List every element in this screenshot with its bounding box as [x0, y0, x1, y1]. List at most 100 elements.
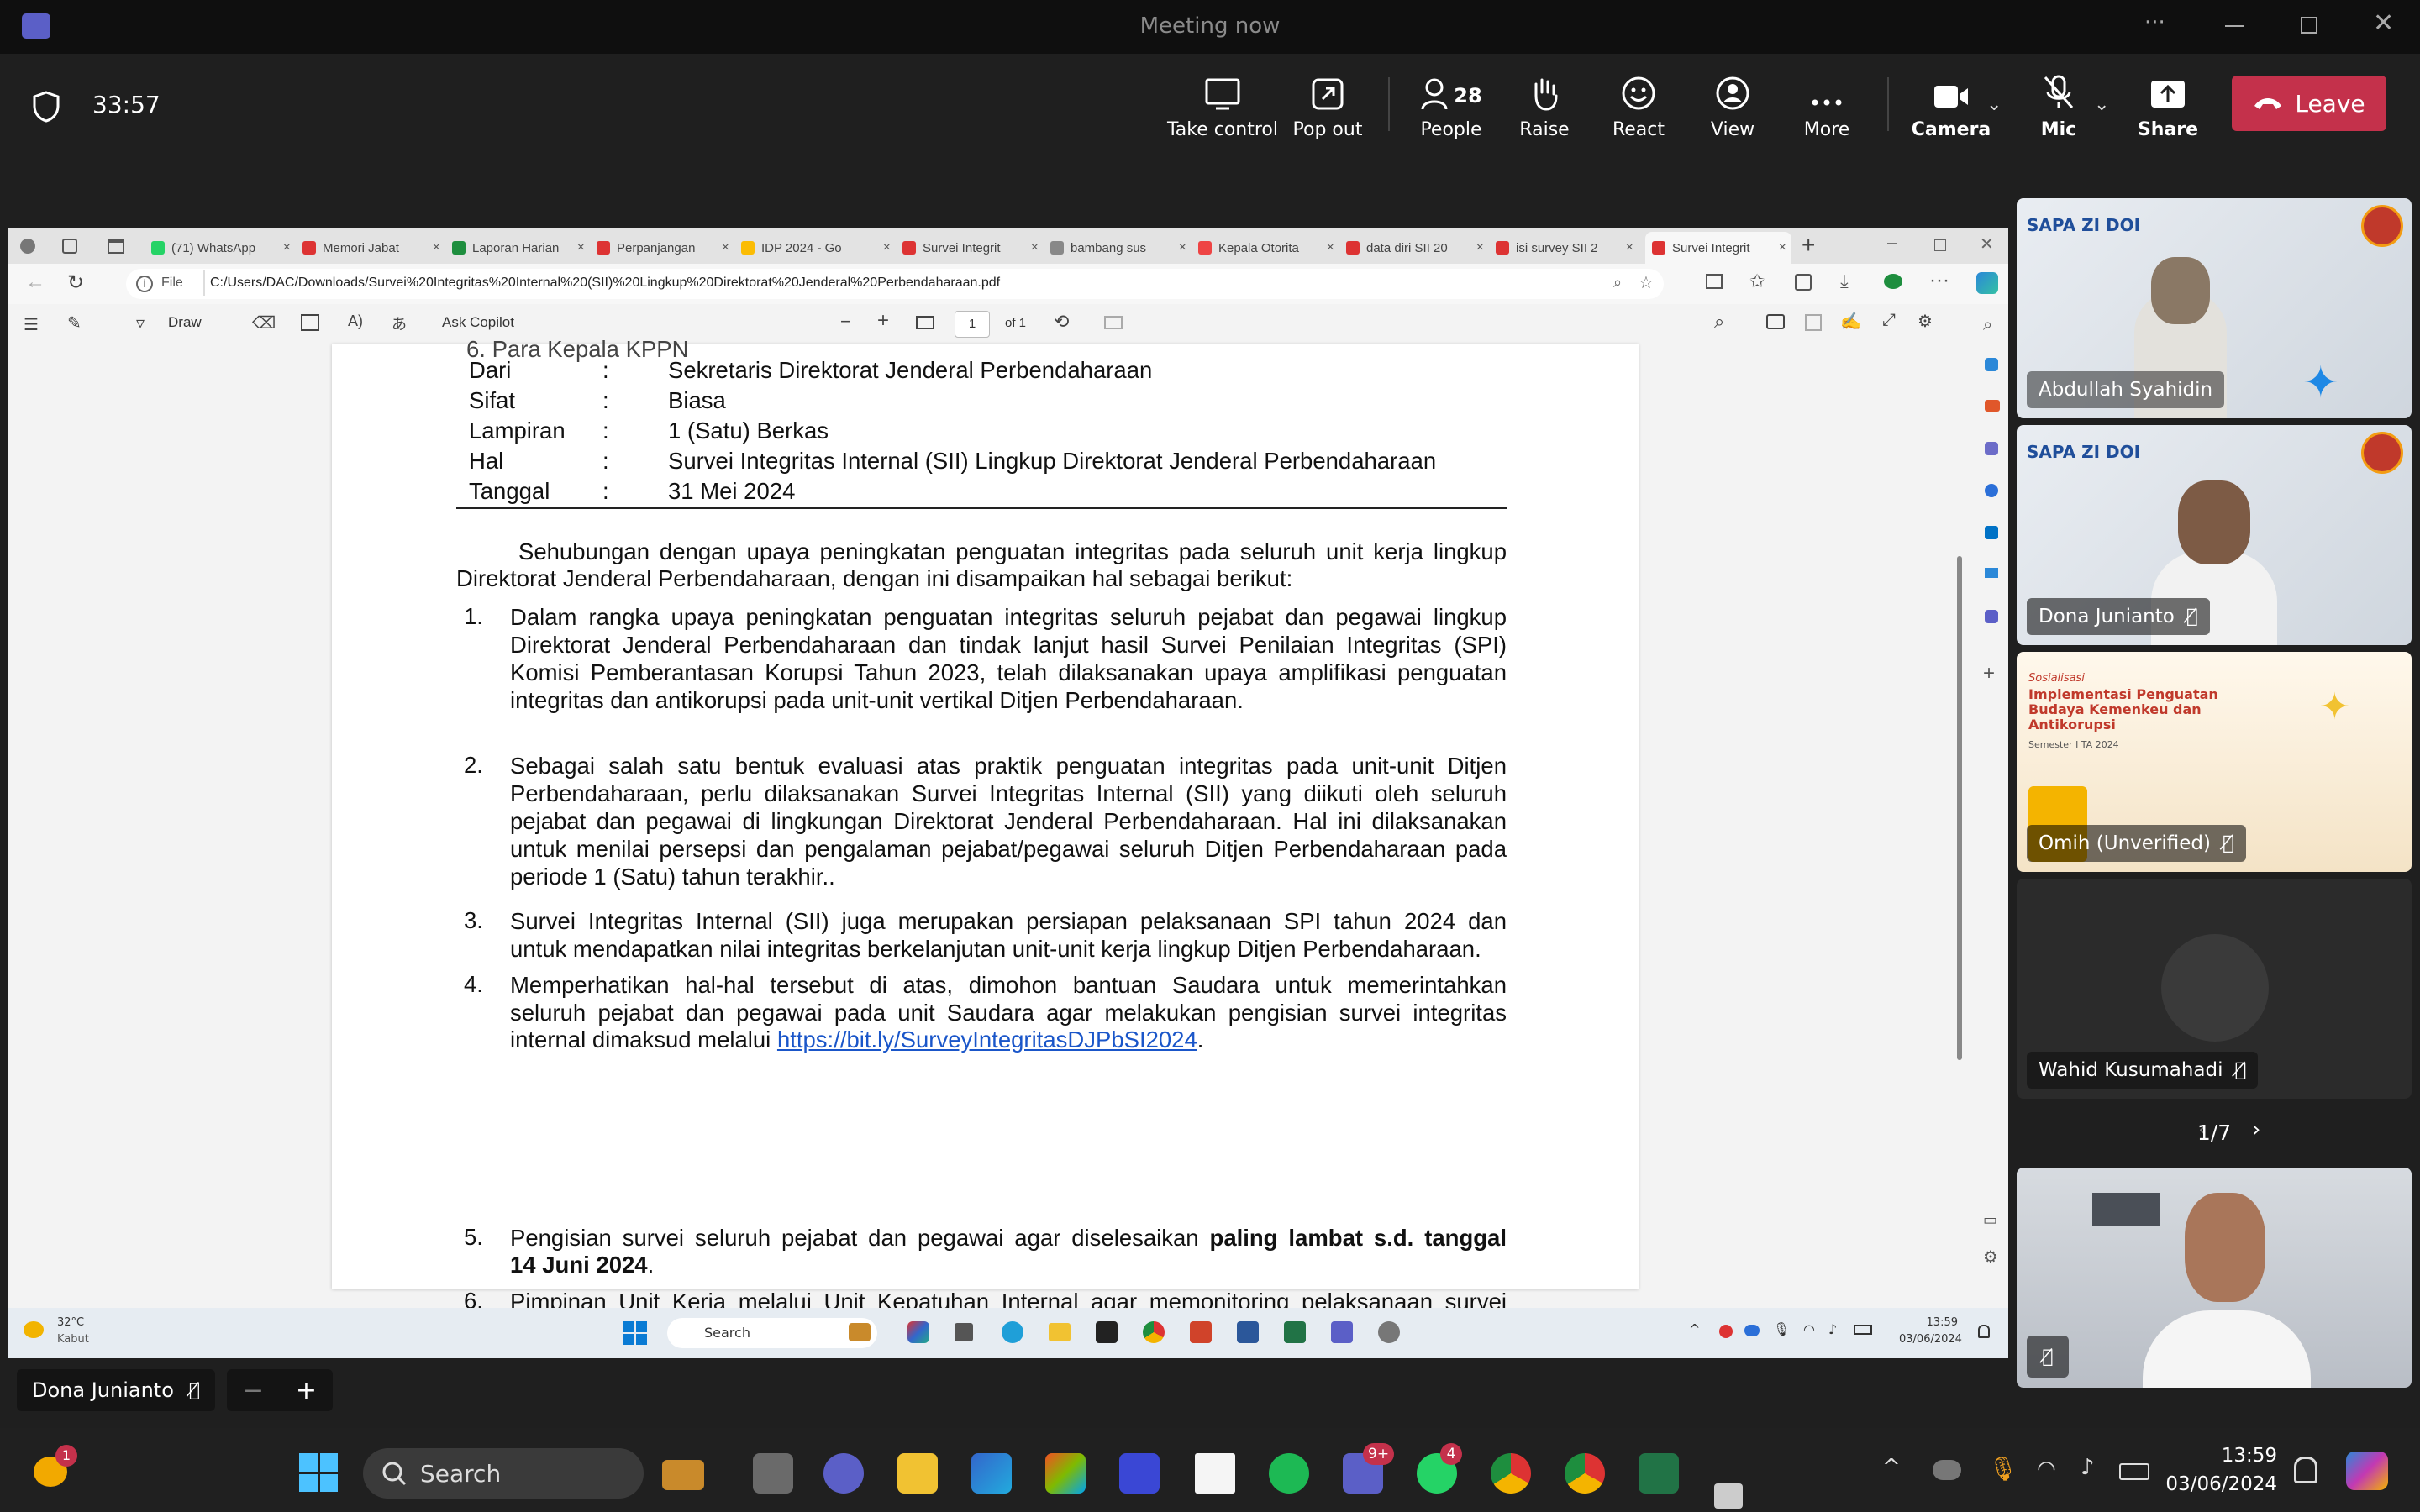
browser-tab[interactable]: isi survey SII 2 × — [1496, 235, 1639, 260]
fit-page-icon[interactable] — [916, 316, 934, 329]
address-bar[interactable]: i File C:/Users/DAC/Downloads/Survei%20I… — [126, 269, 1664, 299]
extra-app-icon[interactable] — [1714, 1483, 1743, 1509]
draw-icon[interactable]: ▿ — [136, 312, 145, 333]
copilot-icon[interactable] — [1976, 272, 1998, 294]
copilot-taskbar-icon[interactable] — [2346, 1452, 2388, 1490]
notification-bell-icon[interactable] — [2294, 1457, 2317, 1483]
react-button[interactable]: React — [1588, 71, 1689, 140]
save-icon[interactable] — [1805, 314, 1822, 331]
sidebar-add-icon[interactable]: + — [1983, 662, 1995, 685]
chrome-icon[interactable] — [1491, 1453, 1531, 1494]
sidebar-settings-icon[interactable]: ⚙ — [1983, 1247, 1998, 1268]
view-button[interactable]: View — [1682, 71, 1783, 140]
tab-close-icon[interactable]: × — [1327, 240, 1334, 255]
camera-chevron-icon[interactable]: ⌄ — [1986, 94, 2002, 115]
share-button[interactable]: Share — [2118, 71, 2218, 140]
rotate-icon[interactable]: ⟲ — [1054, 311, 1069, 333]
contents-icon[interactable]: ☰ — [24, 314, 39, 335]
downloads-icon[interactable]: ⤓ — [1840, 270, 1849, 292]
task-view-icon[interactable] — [753, 1453, 793, 1494]
browser-tab[interactable]: (71) WhatsApp × — [151, 235, 296, 260]
page-number-input[interactable]: 1 — [955, 311, 990, 338]
store-icon[interactable] — [1045, 1453, 1086, 1494]
read-aloud-icon[interactable]: A) — [348, 312, 363, 330]
pdf-settings-icon[interactable]: ⚙ — [1918, 311, 1933, 332]
close-icon[interactable]: ✕ — [2373, 8, 2394, 38]
tab-close-icon[interactable]: × — [722, 240, 729, 255]
tab-close-icon[interactable]: × — [1779, 240, 1786, 255]
taskbar-search-box[interactable]: Search — [363, 1448, 644, 1499]
start-icon[interactable] — [299, 1453, 338, 1492]
battery-icon[interactable] — [2119, 1463, 2149, 1480]
restore-icon[interactable] — [2301, 17, 2317, 34]
participant-tile[interactable]: SAPA ZI DOI Dona Junianto 🎙̸ — [2017, 425, 2412, 645]
volume-icon[interactable]: ♪ — [2081, 1455, 2095, 1480]
browser-maximize-icon[interactable] — [1934, 239, 1946, 251]
back-icon[interactable]: ← — [25, 270, 45, 294]
chrome-profile-icon[interactable] — [1565, 1453, 1605, 1494]
inner-search-box[interactable]: Search — [667, 1318, 877, 1348]
translate-icon[interactable]: あ — [392, 312, 407, 334]
tray-chevron-icon[interactable]: ^ — [1882, 1455, 1901, 1480]
save-as-icon[interactable]: ✍ — [1840, 311, 1861, 332]
inner-teams-icon[interactable] — [1331, 1321, 1353, 1343]
collections-icon[interactable] — [1795, 274, 1812, 291]
extension-icon[interactable] — [1884, 274, 1902, 289]
inner-sticky-icon[interactable] — [1096, 1321, 1118, 1343]
sidebar-outlook-icon[interactable] — [1985, 526, 1998, 539]
browser-tab[interactable]: Laporan Harian × — [452, 235, 590, 260]
leave-button[interactable]: Leave — [2232, 76, 2386, 131]
survey-link[interactable]: https://bit.ly/SurveyIntegritasDJPbSI202… — [777, 1026, 1197, 1053]
tab-close-icon[interactable]: × — [283, 240, 291, 255]
more-button[interactable]: More — [1776, 71, 1877, 140]
browser-tab[interactable]: Memori Jabat × — [302, 235, 445, 260]
inner-settings-icon[interactable] — [1378, 1321, 1400, 1343]
pdf-scrollbar[interactable] — [1956, 354, 1963, 1278]
workspaces-icon[interactable] — [62, 239, 77, 254]
inner-excel-icon[interactable] — [1284, 1321, 1306, 1343]
tab-close-icon[interactable]: × — [883, 240, 891, 255]
pdf-scroll-thumb[interactable] — [1957, 556, 1962, 1060]
browser-tab[interactable]: IDP 2024 - Go × — [741, 235, 896, 260]
edge-icon[interactable] — [971, 1453, 1012, 1494]
inner-word-icon[interactable] — [1237, 1321, 1259, 1343]
tab-close-icon[interactable]: × — [1179, 240, 1186, 255]
participant-tile[interactable]: Wahid Kusumahadi 🎙̸ — [2017, 879, 2412, 1099]
participant-tile[interactable]: SAPA ZI DOI ✦ Abdullah Syahidin — [2017, 198, 2412, 418]
browser-tab[interactable]: bambang sus × — [1050, 235, 1192, 260]
ask-copilot-button[interactable]: Ask Copilot — [442, 314, 514, 331]
clock-time[interactable]: 13:59 — [2168, 1445, 2277, 1467]
wifi-icon[interactable]: ◠ — [2037, 1457, 2056, 1482]
browser-tab[interactable]: Survei Integrit × — [1645, 232, 1791, 264]
sidebar-screen-icon[interactable]: ▭ — [1983, 1211, 1997, 1229]
eraser-icon[interactable]: ⌫ — [252, 312, 276, 333]
reading-view-icon[interactable] — [1706, 274, 1723, 289]
spotify-icon[interactable] — [1269, 1453, 1309, 1494]
tab-close-icon[interactable]: × — [1031, 240, 1039, 255]
inner-pdf-icon[interactable] — [1190, 1321, 1212, 1343]
fullscreen-icon[interactable]: ⤢ — [1882, 311, 1896, 330]
pen-app-icon[interactable] — [1119, 1453, 1160, 1494]
draw-button[interactable]: Draw — [168, 314, 202, 331]
notepad-icon[interactable] — [1195, 1453, 1235, 1494]
self-video-tile[interactable]: 🎙̸ — [2017, 1168, 2412, 1388]
raise-hand-button[interactable]: Raise — [1494, 71, 1595, 140]
inner-tray-chevron-icon[interactable]: ^ — [1689, 1321, 1700, 1337]
browser-menu-icon[interactable]: ··· — [1929, 269, 1949, 292]
clock-date[interactable]: 03/06/2024 — [2160, 1473, 2277, 1495]
inner-start-icon[interactable] — [623, 1321, 647, 1345]
file-explorer-icon[interactable] — [897, 1453, 938, 1494]
browser-close-icon[interactable]: ✕ — [1980, 234, 1994, 255]
new-tab-button[interactable]: + — [1802, 232, 1815, 259]
zoom-in-icon[interactable]: + — [877, 309, 889, 333]
highlight-icon[interactable]: ✎ — [67, 312, 82, 333]
tab-close-icon[interactable]: × — [577, 240, 585, 255]
browser-tab[interactable]: data diri SII 20 × — [1346, 235, 1489, 260]
teams-chat-icon[interactable] — [823, 1453, 864, 1494]
inner-explorer-icon[interactable] — [1049, 1323, 1071, 1341]
two-page-icon[interactable] — [1104, 316, 1123, 329]
tab-actions-icon[interactable] — [108, 239, 124, 254]
tab-close-icon[interactable]: × — [1476, 240, 1484, 255]
sidebar-games-icon[interactable] — [1985, 484, 1998, 497]
browser-minimize-icon[interactable]: – — [1887, 234, 1897, 253]
